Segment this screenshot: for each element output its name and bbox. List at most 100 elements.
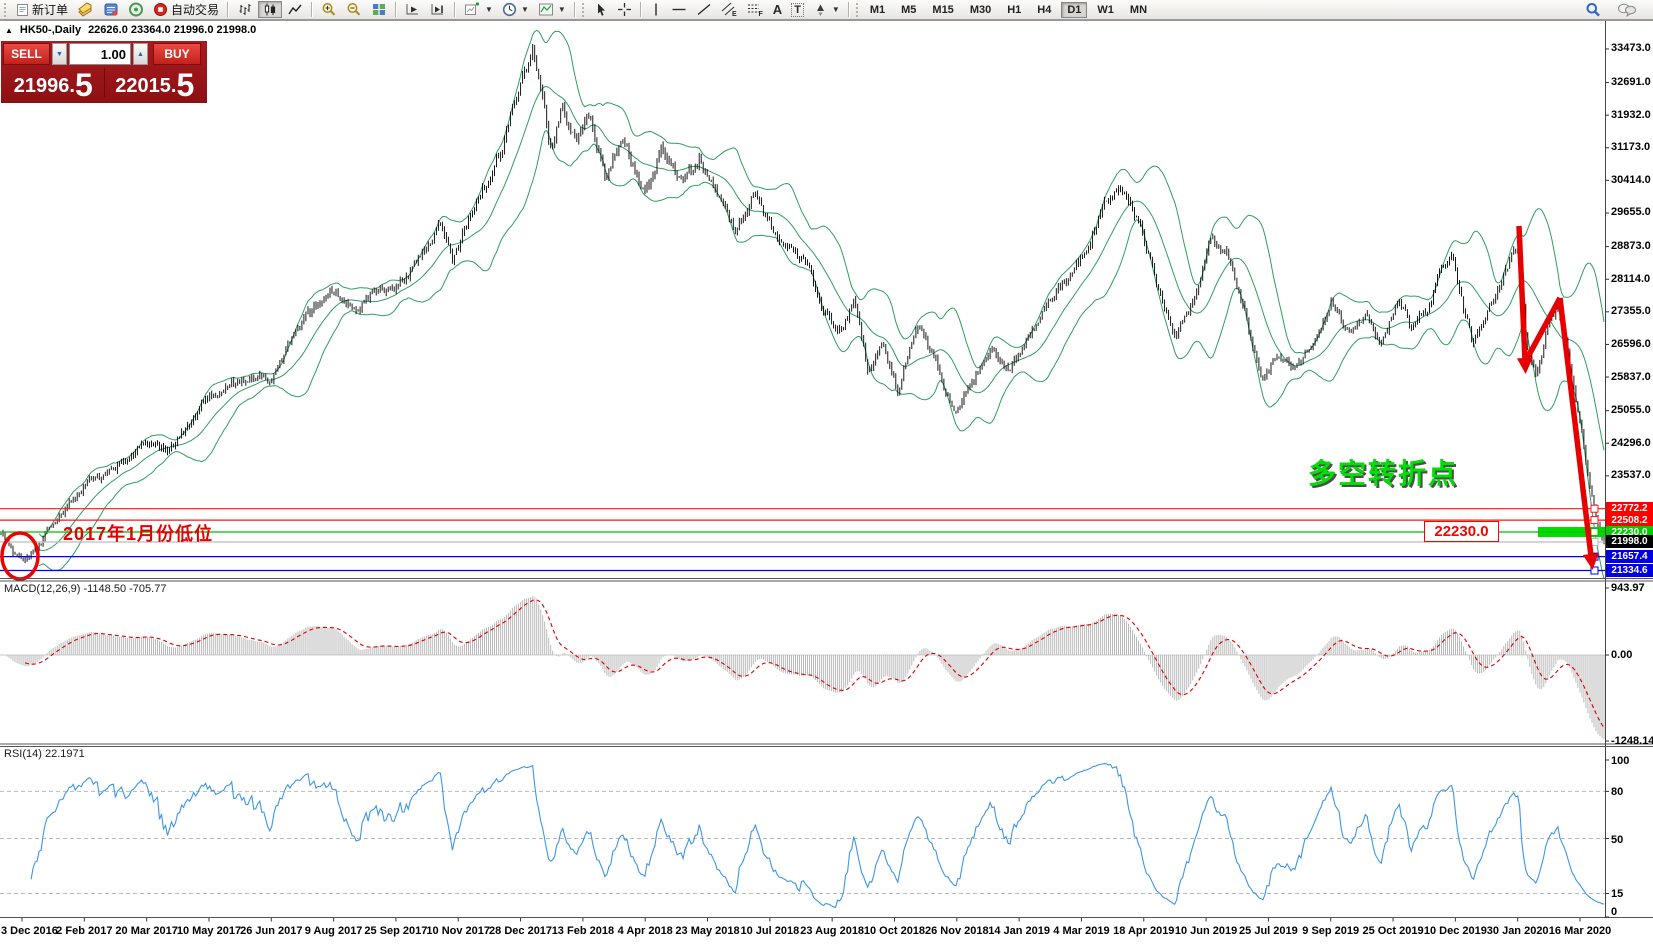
rsi-axis-label: 80 (1611, 786, 1623, 798)
market-watch-button[interactable] (73, 1, 98, 18)
tile-windows-button[interactable] (367, 1, 391, 18)
zoom-out-button[interactable] (342, 1, 366, 18)
chart-title: ▲ HK50-,Daily 22626.0 23364.0 21996.0 21… (5, 24, 256, 36)
price-axis-tick: 25837.0 (1611, 371, 1651, 383)
rsi-label: RSI(14) 22.1971 (4, 748, 85, 760)
toolbar-separator (311, 2, 313, 17)
line-chart-icon (287, 2, 303, 17)
macd-axis-label: 0.00 (1611, 649, 1632, 661)
time-axis-label: 23 Aug 2018 (800, 925, 864, 937)
price-axis-tick: 25055.0 (1611, 404, 1651, 416)
zoom-in-icon (321, 2, 337, 17)
candlestick-chart-button[interactable] (258, 1, 282, 18)
timeframe-button-m1[interactable]: M1 (864, 2, 891, 18)
new-order-label: 新订单 (32, 1, 68, 18)
zoom-in-button[interactable] (317, 1, 341, 18)
timeframe-button-w1[interactable]: W1 (1091, 2, 1120, 18)
toolbar-grip (582, 3, 587, 17)
time-axis-label: 28 Dec 2017 (489, 925, 552, 937)
search-button[interactable] (1581, 1, 1605, 18)
dropdown-arrow-icon: ▼ (521, 5, 529, 14)
time-axis-label: 10 Nov 2017 (426, 925, 490, 937)
chat-icon (1617, 2, 1637, 17)
price-tag: 21334.6 (1606, 564, 1653, 577)
zoom-out-icon (346, 2, 362, 17)
time-axis-label: 9 Sep 2019 (1302, 925, 1359, 937)
volume-input[interactable] (69, 43, 131, 65)
text-label-icon: T (791, 3, 804, 17)
auto-trading-button[interactable]: 自动交易 (149, 1, 223, 18)
annotation-2017-low: 2017年1月份低位 (63, 520, 213, 546)
macd-axis-label: -1248.14 (1611, 735, 1653, 747)
new-order-button[interactable]: 新订单 (12, 1, 72, 18)
one-click-trading-panel: SELL ▼ ▲ BUY 21996.5 22015.5 (1, 41, 207, 103)
cursor-button[interactable] (590, 1, 612, 18)
buy-button[interactable]: BUY (153, 43, 201, 65)
macd-label: MACD(12,26,9) -1148.50 -705.77 (4, 583, 166, 595)
time-axis-label: 10 Oct 2018 (864, 925, 925, 937)
time-axis-label: 26 Jun 2017 (240, 925, 302, 937)
bar-chart-icon (237, 2, 253, 17)
chart-shift-button[interactable] (426, 1, 450, 18)
chart-shift-icon (430, 2, 446, 17)
text-label-button[interactable]: T (787, 1, 808, 18)
arrows-button[interactable]: ▼ (809, 1, 844, 18)
time-axis-label: 10 May 2017 (177, 925, 241, 937)
auto-scroll-button[interactable] (401, 1, 425, 18)
time-axis-label: 25 Jul 2019 (1239, 925, 1298, 937)
timeframe-button-d1[interactable]: D1 (1061, 2, 1087, 18)
volume-increase-button[interactable]: ▲ (133, 43, 148, 65)
time-axis-label: 4 Mar 2019 (1053, 925, 1109, 937)
bar-chart-button[interactable] (233, 1, 257, 18)
horizontal-line-icon (671, 2, 687, 17)
time-axis-label: 25 Oct 2019 (1362, 925, 1423, 937)
ohlc-values: 22626.0 23364.0 21996.0 21998.0 (88, 24, 256, 36)
vertical-line-button[interactable] (646, 1, 666, 18)
collapse-icon[interactable]: ▲ (5, 26, 13, 35)
templates-button[interactable]: ▼ (534, 1, 570, 18)
sell-button[interactable]: SELL (3, 43, 50, 65)
price-axis-tick: 28114.0 (1611, 273, 1650, 285)
dropdown-arrow-icon: ▼ (832, 5, 840, 14)
price-axis-tick: 27355.0 (1611, 305, 1651, 317)
timeframe-button-h1[interactable]: H1 (1001, 2, 1027, 18)
sell-price-display[interactable]: 21996.5 (3, 66, 104, 99)
auto-trading-icon (153, 2, 168, 17)
price-axis-tick: 30414.0 (1611, 174, 1651, 186)
new-chart-button[interactable]: ▼ (460, 1, 497, 18)
volume-decrease-button[interactable]: ▼ (52, 43, 67, 65)
time-axis-label: 4 Apr 2018 (618, 925, 673, 937)
crosshair-button[interactable] (613, 1, 636, 18)
price-axis-tick: 28873.0 (1611, 240, 1651, 252)
time-axis-label: 10 Dec 2019 (1424, 925, 1487, 937)
horizontal-line-button[interactable] (667, 1, 691, 18)
text-icon: A (773, 2, 782, 17)
buy-price-display[interactable]: 22015.5 (105, 66, 206, 99)
equidistant-channel-button[interactable]: E (717, 1, 742, 18)
line-chart-button[interactable] (283, 1, 307, 18)
timeframe-button-h4[interactable]: H4 (1031, 2, 1057, 18)
timeframe-button-m15[interactable]: M15 (926, 2, 959, 18)
rsi-axis-label: 15 (1611, 888, 1623, 900)
timeframe-button-m5[interactable]: M5 (895, 2, 922, 18)
text-button[interactable]: A (769, 1, 786, 18)
timeframe-button-mn[interactable]: MN (1124, 2, 1153, 18)
toolbar-grip (856, 3, 861, 17)
trendline-button[interactable] (692, 1, 716, 18)
timeframe-button-m30[interactable]: M30 (964, 2, 997, 18)
fibonacci-button[interactable]: F (743, 1, 768, 18)
periods-button[interactable]: ▼ (498, 1, 533, 18)
price-axis-tick: 29655.0 (1611, 206, 1651, 218)
price-tag: 21657.4 (1606, 550, 1653, 563)
rsi-axis-label: 50 (1611, 834, 1623, 846)
time-axis-label: 25 Sep 2017 (364, 925, 427, 937)
toolbar-separator (454, 2, 456, 17)
price-tag: 21998.0 (1606, 535, 1653, 548)
time-axis-label: 10 Jul 2018 (740, 925, 799, 937)
time-axis-label: 2 Feb 2017 (56, 925, 112, 937)
search-icon (1585, 2, 1601, 18)
data-window-button[interactable] (99, 1, 123, 18)
time-axis-label: 20 Mar 2017 (115, 925, 177, 937)
navigator-button[interactable] (124, 1, 148, 18)
chat-button[interactable] (1613, 1, 1641, 18)
